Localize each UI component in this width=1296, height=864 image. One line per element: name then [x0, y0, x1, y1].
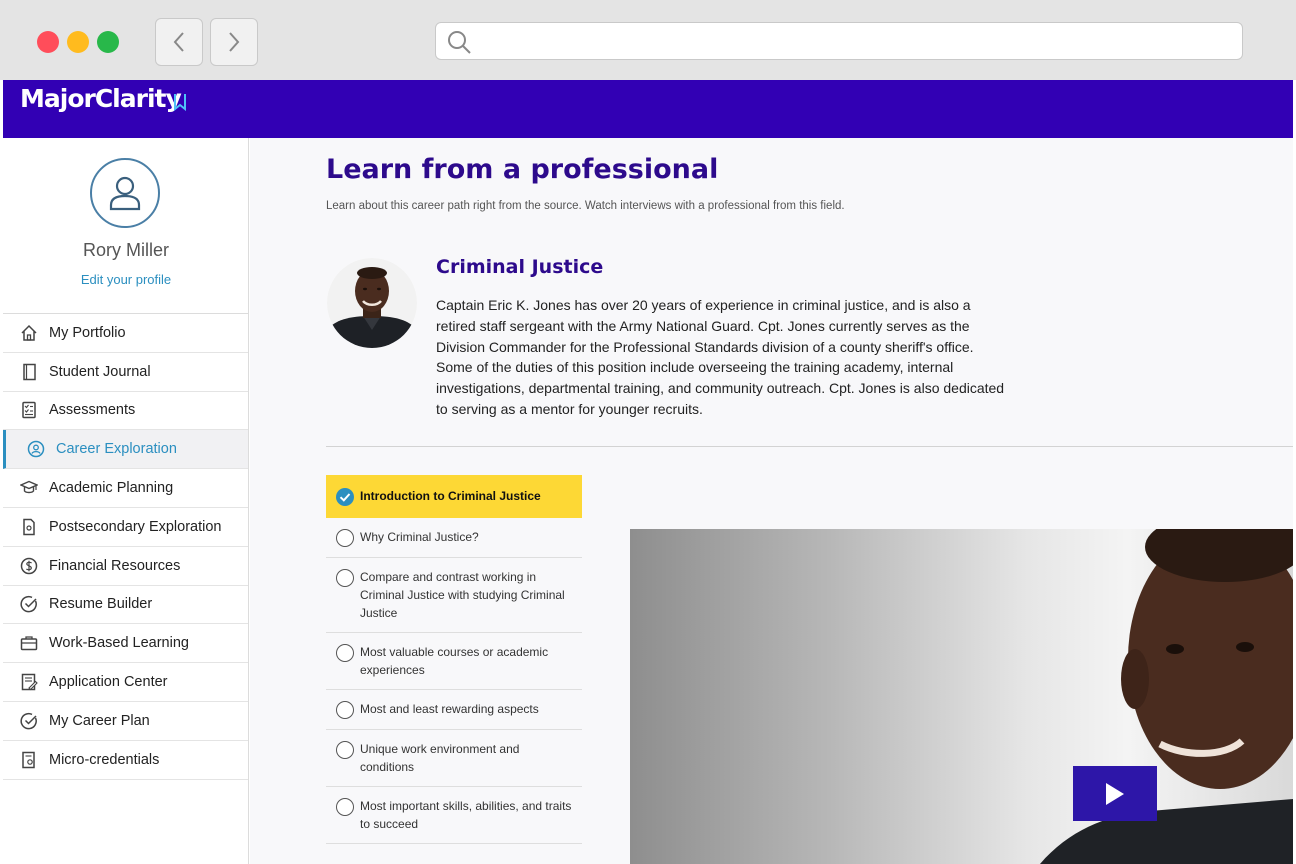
sidebar-item-academic-planning[interactable]: Academic Planning: [3, 469, 248, 508]
topic-item-why-criminal-justice[interactable]: Why Criminal Justice?: [326, 518, 582, 558]
sidebar-item-label: Academic Planning: [49, 480, 174, 497]
application-icon: [20, 673, 38, 691]
topic-item-important-skills[interactable]: Most important skills, abilities, and tr…: [326, 787, 582, 844]
play-icon: [1106, 782, 1124, 805]
topic-item-compare-and-contrast[interactable]: Compare and contrast working in Criminal…: [326, 558, 582, 633]
topic-label: Unique work environment and conditions: [360, 742, 520, 774]
section-divider: [326, 446, 1293, 447]
radio-icon: [336, 701, 354, 719]
sidebar: Rory Miller Edit your profile My Portfol…: [3, 138, 249, 864]
radio-icon: [336, 569, 354, 587]
topic-label: Compare and contrast working in Criminal…: [360, 570, 565, 620]
main-content: Learn from a professional Learn about th…: [250, 138, 1293, 864]
sidebar-item-career-exploration[interactable]: Career Exploration: [3, 430, 248, 470]
sidebar-item-label: Student Journal: [49, 363, 151, 380]
page-title: Learn from a professional: [326, 154, 719, 185]
edit-profile-link[interactable]: Edit your profile: [3, 272, 249, 287]
graduation-cap-icon: [20, 479, 38, 497]
sidebar-item-micro-credentials[interactable]: Micro-credentials: [3, 741, 248, 780]
sidebar-item-label: My Career Plan: [49, 712, 150, 729]
sidebar-item-label: Career Exploration: [56, 441, 177, 458]
app-header: MajorClarity: [3, 80, 1293, 138]
play-button[interactable]: [1073, 766, 1157, 821]
sidebar-item-my-portfolio[interactable]: My Portfolio: [3, 314, 248, 353]
check-circle-icon: [336, 488, 354, 506]
notebook-icon: [20, 363, 38, 381]
sidebar-item-label: Application Center: [49, 674, 168, 691]
browser-forward-button[interactable]: [210, 18, 258, 66]
topic-label: Most and least rewarding aspects: [360, 702, 539, 716]
browser-chrome: [0, 0, 1296, 80]
bookmark-logo-icon: [174, 94, 186, 111]
search-icon: [448, 31, 471, 54]
radio-icon: [336, 798, 354, 816]
topic-item-introduction[interactable]: Introduction to Criminal Justice: [326, 475, 582, 518]
topic-item-rewarding-aspects[interactable]: Most and least rewarding aspects: [326, 690, 582, 730]
user-circle-icon: [27, 440, 45, 458]
check-circle-icon: [20, 712, 38, 730]
document-icon: [20, 518, 38, 536]
checklist-icon: [20, 401, 38, 419]
sidebar-nav: My Portfolio Student Journal Assessments…: [3, 313, 248, 780]
topic-label: Most important skills, abilities, and tr…: [360, 799, 572, 831]
address-bar[interactable]: [435, 22, 1243, 60]
career-title: Criminal Justice: [436, 256, 604, 278]
professional-photo: [327, 258, 417, 348]
topic-item-valuable-courses[interactable]: Most valuable courses or academic experi…: [326, 633, 582, 690]
topic-label: Introduction to Criminal Justice: [360, 489, 541, 503]
radio-icon: [336, 644, 354, 662]
avatar[interactable]: [90, 158, 160, 228]
browser-back-button[interactable]: [155, 18, 203, 66]
sidebar-item-work-based-learning[interactable]: Work-Based Learning: [3, 624, 248, 664]
sidebar-item-label: Micro-credentials: [49, 751, 160, 768]
video-frame: [1040, 529, 1293, 864]
sidebar-item-assessments[interactable]: Assessments: [3, 392, 248, 431]
maximize-window-button[interactable]: [97, 31, 119, 53]
sidebar-item-postsecondary-exploration[interactable]: Postsecondary Exploration: [3, 508, 248, 547]
certificate-icon: [20, 751, 38, 769]
interview-topic-list: Introduction to Criminal Justice Why Cri…: [326, 475, 582, 844]
check-circle-icon: [20, 595, 38, 613]
sidebar-item-financial-resources[interactable]: Financial Resources: [3, 547, 248, 586]
radio-icon: [336, 529, 354, 547]
minimize-window-button[interactable]: [67, 31, 89, 53]
topic-label: Why Criminal Justice?: [360, 530, 479, 544]
address-input[interactable]: [480, 29, 1220, 53]
sidebar-item-my-career-plan[interactable]: My Career Plan: [3, 702, 248, 741]
chevron-right-icon: [229, 32, 240, 52]
home-icon: [20, 324, 38, 342]
interview-video-player[interactable]: [630, 529, 1293, 864]
radio-icon: [336, 741, 354, 759]
chevron-left-icon: [173, 32, 184, 52]
logo-text[interactable]: MajorClarity: [20, 84, 182, 113]
close-window-button[interactable]: [37, 31, 59, 53]
briefcase-icon: [20, 634, 38, 652]
sidebar-item-label: Assessments: [49, 402, 136, 419]
page-subtitle: Learn about this career path right from …: [326, 200, 845, 212]
sidebar-item-resume-builder[interactable]: Resume Builder: [3, 586, 248, 625]
sidebar-item-student-journal[interactable]: Student Journal: [3, 353, 248, 392]
career-description: Captain Eric K. Jones has over 20 years …: [436, 297, 1005, 417]
sidebar-item-application-center[interactable]: Application Center: [3, 663, 248, 702]
sidebar-item-label: My Portfolio: [49, 324, 126, 341]
topic-label: Most valuable courses or academic experi…: [360, 645, 549, 677]
topic-item-work-environment[interactable]: Unique work environment and conditions: [326, 730, 582, 787]
dollar-icon: [20, 557, 38, 575]
user-name: Rory Miller: [82, 240, 169, 260]
sidebar-item-label: Work-Based Learning: [49, 635, 189, 652]
sidebar-item-label: Financial Resources: [49, 557, 181, 574]
sidebar-item-label: Postsecondary Exploration: [49, 518, 222, 535]
user-icon: [109, 176, 141, 211]
sidebar-item-label: Resume Builder: [49, 596, 153, 613]
